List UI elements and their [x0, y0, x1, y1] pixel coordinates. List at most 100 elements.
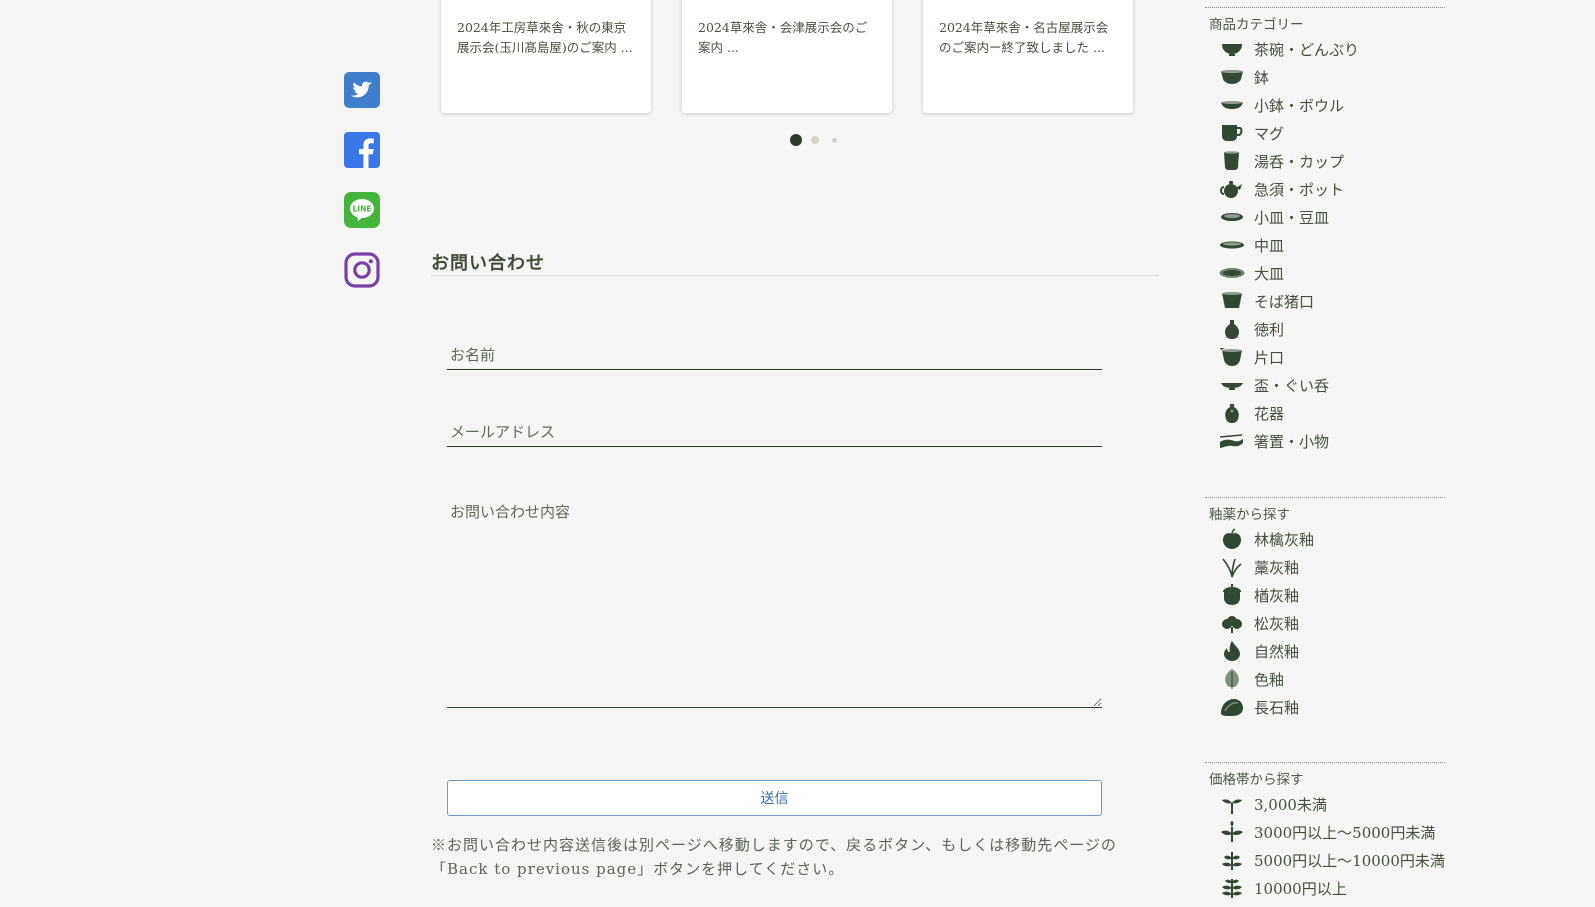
medium-plate-icon	[1218, 234, 1246, 256]
sidebar-item[interactable]: 徳利	[1205, 315, 1445, 343]
sidebar-item[interactable]: 箸置・小物	[1205, 427, 1445, 455]
sidebar-item[interactable]: 花器	[1205, 399, 1445, 427]
divider	[431, 275, 1159, 276]
sidebar-item[interactable]: 湯呑・カップ	[1205, 147, 1445, 175]
sidebar-item[interactable]: 小鉢・ボウル	[1205, 91, 1445, 119]
email-field[interactable]	[447, 417, 1102, 447]
sidebar-item-label: 鉢	[1254, 68, 1270, 87]
sidebar-item-label: 湯呑・カップ	[1254, 152, 1345, 171]
glaze-section: 釉薬から探す 林檎灰釉藁灰釉楢灰釉松灰釉自然釉色釉長石釉	[1205, 497, 1445, 721]
sidebar-item-label: 片口	[1254, 348, 1285, 367]
news-card-text: 2024年工房草來舎・秋の東京展示会(玉川髙島屋)のご案内 ...	[457, 20, 633, 55]
divider	[1205, 762, 1445, 763]
sidebar-item[interactable]: 自然釉	[1205, 637, 1445, 665]
glaze-heading: 釉薬から探す	[1209, 507, 1290, 523]
flame-icon	[1218, 640, 1246, 662]
twitter-icon	[344, 72, 380, 108]
pagination-dot[interactable]	[832, 137, 837, 143]
pine-icon	[1218, 612, 1246, 634]
sidebar-item-label: 藁灰釉	[1254, 558, 1300, 577]
category-list: 茶碗・どんぶり鉢小鉢・ボウルマグ湯呑・カップ 急須・ポット 小皿・豆皿中皿大皿そば猪…	[1205, 35, 1445, 455]
sidebar-item[interactable]: 片口	[1205, 343, 1445, 371]
news-card[interactable]: 2024年工房草來舎・秋の東京展示会(玉川髙島屋)のご案内 ...	[441, 0, 651, 113]
straw-icon	[1218, 556, 1246, 578]
sidebar-item-label: 中皿	[1254, 236, 1285, 255]
sidebar-item[interactable]: 藁灰釉	[1205, 553, 1445, 581]
news-card[interactable]: 2024年草來舎・名古屋展示会のご案内ー終了致しました ...	[923, 0, 1133, 113]
sidebar-item-label: 箸置・小物	[1254, 432, 1330, 451]
sidebar-item-label: 長石釉	[1254, 698, 1300, 717]
sake-cup-icon	[1218, 374, 1246, 396]
facebook-icon	[344, 132, 380, 168]
sidebar-item-label: そば猪口	[1254, 292, 1315, 311]
glaze-list: 林檎灰釉藁灰釉楢灰釉松灰釉自然釉色釉長石釉	[1205, 525, 1445, 721]
sidebar-item-label: 茶碗・どんぶり	[1254, 40, 1360, 59]
sidebar-item[interactable]: 鉢	[1205, 63, 1445, 91]
sidebar-item[interactable]: 10000円以上	[1205, 874, 1445, 902]
soba-cup-icon	[1218, 290, 1246, 312]
divider	[1205, 7, 1445, 8]
stone-icon	[1218, 696, 1246, 718]
sidebar-item[interactable]: 松灰釉	[1205, 609, 1445, 637]
news-card[interactable]: 2024草來舎・会津展示会のご案内 ...	[682, 0, 892, 113]
sidebar-item-label: 3,000未満	[1254, 795, 1327, 814]
sidebar-item[interactable]: 急須・ポット	[1205, 175, 1445, 203]
sidebar-item[interactable]: 大皿	[1205, 259, 1445, 287]
category-section: 商品カテゴリー 茶碗・どんぶり鉢小鉢・ボウルマグ湯呑・カップ 急須・ポット 小皿・豆…	[1205, 7, 1445, 455]
facebook-link[interactable]	[344, 132, 380, 168]
twitter-link[interactable]	[344, 72, 380, 108]
small-bowl-icon	[1218, 94, 1246, 116]
sidebar-item[interactable]: 色釉	[1205, 665, 1445, 693]
instagram-link[interactable]	[344, 252, 380, 288]
sidebar-item[interactable]: マグ	[1205, 119, 1445, 147]
seedling-icon	[1218, 821, 1246, 843]
mug-icon	[1218, 122, 1246, 144]
sprout-icon	[1218, 793, 1246, 815]
sidebar-item[interactable]: そば猪口	[1205, 287, 1445, 315]
sidebar-item-label: 自然釉	[1254, 642, 1300, 661]
sidebar-item-label: 急須・ポット	[1254, 180, 1345, 199]
message-field[interactable]	[447, 496, 1102, 708]
large-plate-icon	[1218, 262, 1246, 284]
sidebar-item-label: 花器	[1254, 404, 1285, 423]
chopstick-rest-icon	[1218, 430, 1246, 452]
sidebar-item-label: 松灰釉	[1254, 614, 1300, 633]
sidebar-item-label: マグ	[1254, 124, 1285, 143]
leaf-icon	[1218, 668, 1246, 690]
instagram-icon	[344, 252, 380, 288]
sidebar-item[interactable]: 5000円以上〜10000円未満	[1205, 846, 1445, 874]
sidebar-item[interactable]: 林檎灰釉	[1205, 525, 1445, 553]
price-section: 価格帯から探す 3,000未満 3000円以上〜5000円未満 5000円以上〜10…	[1205, 762, 1445, 902]
sidebar-item-label: 徳利	[1254, 320, 1285, 339]
sidebar-item-label: 10000円以上	[1254, 879, 1347, 898]
sidebar-item[interactable]: 中皿	[1205, 231, 1445, 259]
sidebar-item[interactable]: 楢灰釉	[1205, 581, 1445, 609]
sidebar-item[interactable]: 盃・ぐい呑	[1205, 371, 1445, 399]
price-heading: 価格帯から探す	[1209, 772, 1304, 788]
plant-icon	[1218, 877, 1246, 899]
sidebar-item-label: 盃・ぐい呑	[1254, 376, 1330, 395]
line-icon: LINE	[344, 192, 380, 228]
sidebar-item-label: 楢灰釉	[1254, 586, 1300, 605]
pagination-dot-active[interactable]	[790, 134, 802, 146]
sidebar-item-label: 大皿	[1254, 264, 1285, 283]
sidebar-item-label: 林檎灰釉	[1254, 530, 1315, 549]
name-field[interactable]	[447, 340, 1102, 370]
acorn-icon	[1218, 584, 1246, 606]
pagination-dot[interactable]	[811, 136, 819, 144]
teacup-icon	[1218, 150, 1246, 172]
sidebar-item[interactable]: 小皿・豆皿	[1205, 203, 1445, 231]
katakuchi-icon	[1218, 346, 1246, 368]
sidebar-item-label: 色釉	[1254, 670, 1285, 689]
sidebar-item[interactable]: 3000円以上〜5000円未満	[1205, 818, 1445, 846]
social-links: LINE	[344, 72, 380, 312]
line-link[interactable]: LINE	[344, 192, 380, 228]
submit-button[interactable]: 送信	[447, 780, 1102, 816]
sidebar-item[interactable]: 3,000未満	[1205, 790, 1445, 818]
apple-icon	[1218, 528, 1246, 550]
sidebar-item-label: 小皿・豆皿	[1254, 208, 1330, 227]
sidebar-item[interactable]: 長石釉	[1205, 693, 1445, 721]
category-heading: 商品カテゴリー	[1209, 17, 1304, 33]
svg-text:LINE: LINE	[353, 205, 372, 214]
sidebar-item[interactable]: 茶碗・どんぶり	[1205, 35, 1445, 63]
